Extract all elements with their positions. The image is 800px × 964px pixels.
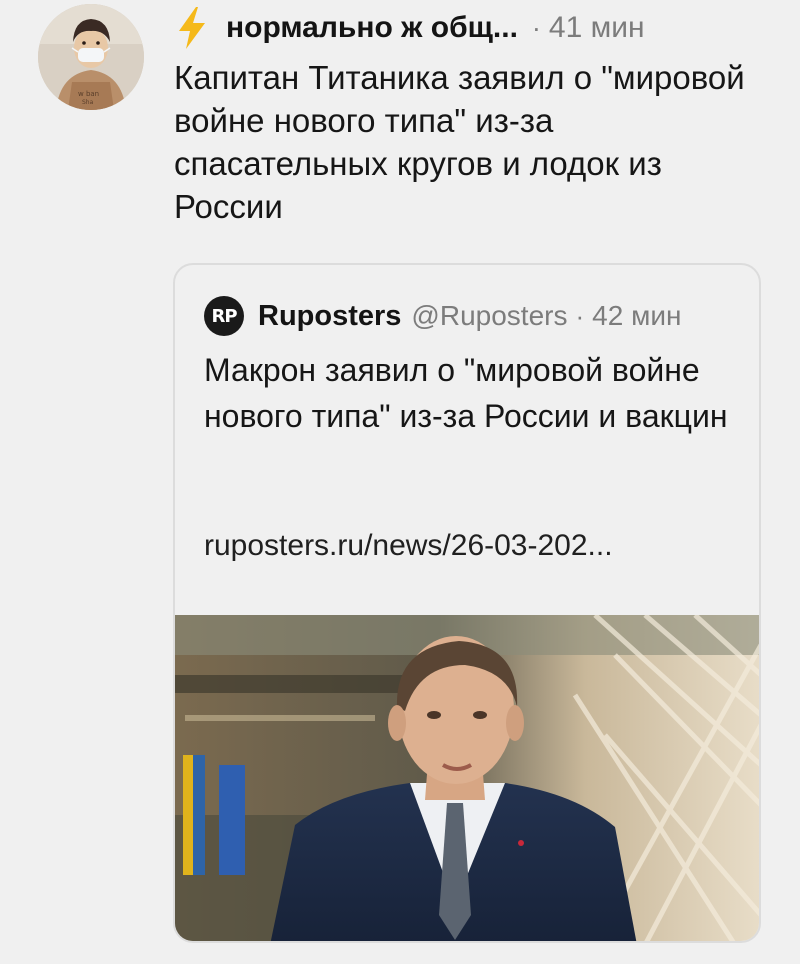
quoted-author-handle[interactable]: @Ruposters: [411, 300, 567, 332]
quoted-tweet-link[interactable]: ruposters.ru/news/26-03-202...: [204, 529, 613, 563]
ruposters-logo[interactable]: RP: [204, 296, 244, 336]
header-separator: ·: [531, 12, 541, 43]
avatar-image: w ban Sha: [38, 4, 144, 110]
logo-text: RP: [211, 305, 237, 327]
tweet-text: Капитан Титаника заявил о "мировой войне…: [174, 59, 745, 225]
author-name[interactable]: нормально ж общ...: [226, 11, 518, 45]
quoted-tweet-card[interactable]: RP Ruposters @Ruposters · 42 мин Макрон …: [173, 263, 761, 943]
author-avatar[interactable]: w ban Sha: [38, 4, 144, 110]
svg-text:Sha: Sha: [82, 99, 94, 106]
quoted-tweet-time[interactable]: 42 мин: [592, 300, 681, 332]
quoted-tweet-header: RP Ruposters @Ruposters · 42 мин: [204, 295, 681, 337]
news-photo[interactable]: [175, 615, 759, 941]
quoted-tweet-text: Макрон заявил о "мировой войне нового ти…: [204, 352, 728, 434]
quoted-header-separator: ·: [575, 300, 585, 331]
quoted-author-name[interactable]: Ruposters: [258, 300, 401, 333]
svg-text:w ban: w ban: [78, 90, 99, 98]
tweet-header: нормально ж общ... · 41 мин: [174, 4, 645, 52]
lightning-bolt-icon: [174, 6, 210, 50]
tweet-time[interactable]: 41 мин: [549, 11, 645, 45]
